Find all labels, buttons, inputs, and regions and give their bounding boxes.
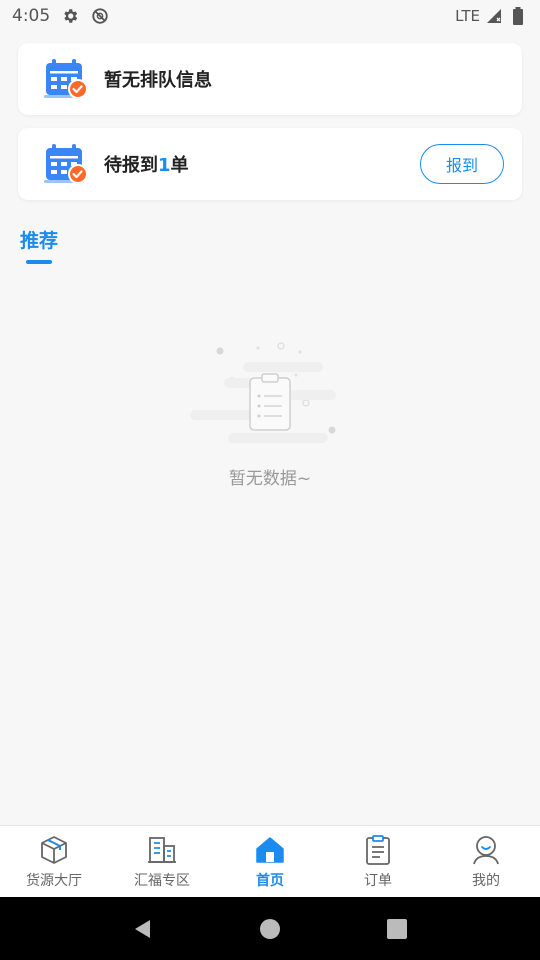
nav-item-orders[interactable]: 订单 bbox=[324, 826, 432, 897]
network-type: LTE bbox=[455, 7, 480, 25]
nav-label: 货源大厅 bbox=[26, 872, 82, 889]
nav-label: 订单 bbox=[364, 872, 392, 889]
battery-icon bbox=[508, 6, 528, 26]
checkin-card: 待报到1单 报到 bbox=[18, 128, 522, 200]
tab-indicator bbox=[26, 260, 52, 264]
bottom-nav: 货源大厅 汇福专区 首页 订单 我的 bbox=[0, 825, 540, 897]
nav-item-profile[interactable]: 我的 bbox=[432, 826, 540, 897]
empty-clipboard-illustration bbox=[190, 342, 336, 443]
calendar-check-icon bbox=[44, 144, 88, 184]
system-nav-bar bbox=[0, 897, 540, 960]
pending-checkin-text: 待报到1单 bbox=[104, 151, 189, 177]
nav-label: 首页 bbox=[256, 872, 284, 889]
queue-status-text: 暂无排队信息 bbox=[104, 70, 212, 91]
checkin-button[interactable]: 报到 bbox=[420, 144, 504, 184]
empty-state-text: 暂无数据~ bbox=[228, 469, 312, 489]
pending-prefix: 待报到 bbox=[104, 155, 158, 176]
nav-item-cargo-hall[interactable]: 货源大厅 bbox=[0, 826, 108, 897]
pending-suffix: 单 bbox=[170, 155, 189, 176]
tab-recommend[interactable]: 推荐 bbox=[20, 226, 58, 253]
nav-label: 我的 bbox=[472, 872, 500, 889]
clipboard-icon bbox=[366, 834, 390, 865]
calendar-check-icon bbox=[44, 59, 88, 99]
pending-count: 1 bbox=[158, 155, 171, 176]
home-icon bbox=[256, 836, 284, 863]
queue-info-card: 暂无排队信息 bbox=[18, 43, 522, 115]
recents-icon[interactable] bbox=[385, 917, 409, 941]
home-circle-icon[interactable] bbox=[258, 917, 282, 941]
status-bar: 4:05 LTE bbox=[0, 0, 540, 32]
buildings-icon bbox=[148, 836, 176, 863]
nav-item-home[interactable]: 首页 bbox=[216, 826, 324, 897]
user-icon bbox=[473, 835, 499, 864]
nav-label: 汇福专区 bbox=[134, 872, 190, 889]
do-not-disturb-icon bbox=[90, 6, 110, 26]
back-icon[interactable] bbox=[131, 917, 155, 941]
signal-icon bbox=[484, 6, 504, 26]
settings-icon bbox=[60, 6, 80, 26]
package-icon bbox=[41, 835, 67, 864]
status-time: 4:05 bbox=[12, 6, 51, 26]
nav-item-huifu-zone[interactable]: 汇福专区 bbox=[108, 826, 216, 897]
